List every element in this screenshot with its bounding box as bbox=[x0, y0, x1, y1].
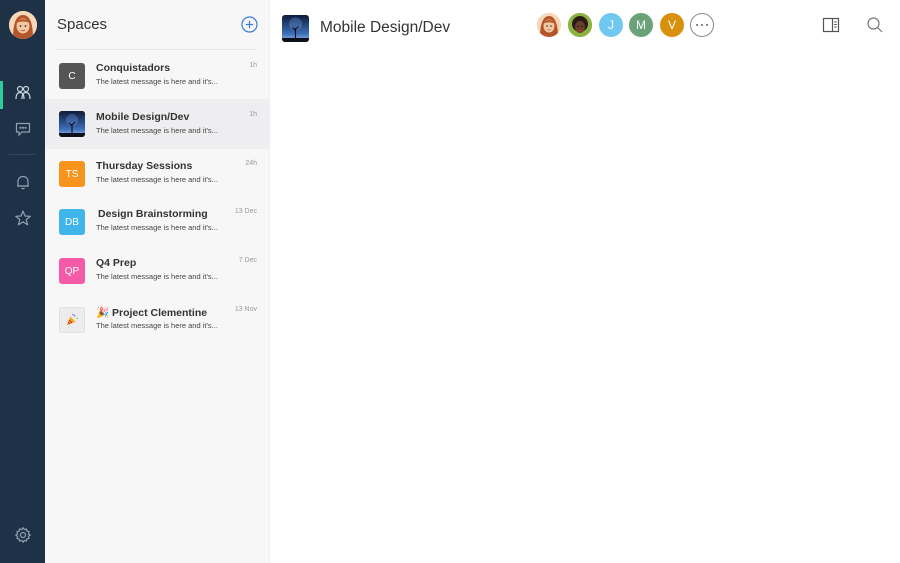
space-item-thursday-sessions[interactable]: TS Thursday Sessions The latest message … bbox=[45, 155, 270, 204]
member-initial: V bbox=[667, 18, 676, 32]
search-icon bbox=[866, 17, 884, 38]
member-initial: M bbox=[636, 18, 646, 32]
star-icon bbox=[14, 209, 32, 232]
left-rail bbox=[0, 0, 45, 563]
space-timestamp: 1h bbox=[249, 62, 257, 69]
party-popper-icon bbox=[59, 307, 85, 333]
space-avatar: DB bbox=[59, 209, 85, 235]
spaces-divider bbox=[57, 49, 257, 50]
bell-icon bbox=[14, 173, 32, 196]
user-avatar[interactable] bbox=[9, 11, 37, 39]
sidebar-panel-icon bbox=[822, 17, 840, 38]
ellipsis-icon-dot bbox=[706, 24, 708, 26]
member-avatar[interactable]: M bbox=[629, 13, 653, 37]
space-name: Design Brainstorming bbox=[98, 208, 208, 220]
space-item-design-brainstorming[interactable]: DB Design Brainstorming The latest messa… bbox=[45, 203, 270, 252]
space-last-message: The latest message is here and it's... bbox=[96, 272, 218, 281]
space-timestamp: 7 Dec bbox=[238, 257, 257, 264]
ellipsis-icon-dot bbox=[701, 24, 703, 26]
nav-notifications-button[interactable] bbox=[0, 169, 45, 199]
add-space-button[interactable] bbox=[241, 16, 258, 33]
space-item-q4-prep[interactable]: QP Q4 Prep The latest message is here an… bbox=[45, 252, 270, 301]
member-avatar[interactable]: V bbox=[660, 13, 684, 37]
space-name: Conquistadors bbox=[96, 62, 171, 74]
spaces-panel: Spaces C Conquistadors The latest messag… bbox=[45, 0, 270, 563]
space-initials: C bbox=[68, 70, 76, 82]
plus-circle-icon bbox=[241, 16, 258, 37]
space-initials: TS bbox=[65, 168, 79, 180]
member-avatar[interactable]: J bbox=[599, 13, 623, 37]
space-title: Mobile Design/Dev bbox=[320, 19, 451, 36]
nav-people-button[interactable] bbox=[0, 80, 45, 110]
people-icon bbox=[14, 84, 32, 107]
space-last-message: The latest message is here and it's... bbox=[96, 126, 218, 135]
gear-icon bbox=[14, 526, 32, 549]
space-timestamp: 1h bbox=[249, 111, 257, 118]
toggle-panel-button[interactable] bbox=[822, 16, 840, 34]
space-name: Q4 Prep bbox=[96, 257, 137, 269]
space-timestamp: 13 Nov bbox=[234, 306, 257, 313]
settings-button[interactable] bbox=[0, 522, 45, 552]
space-last-message: The latest message is here and it's... bbox=[96, 321, 218, 330]
rail-divider bbox=[9, 154, 36, 155]
space-initials: QP bbox=[64, 265, 80, 277]
nav-favorites-button[interactable] bbox=[0, 205, 45, 235]
ellipsis-icon bbox=[696, 24, 698, 26]
search-button[interactable] bbox=[866, 16, 884, 34]
spaces-title: Spaces bbox=[57, 16, 108, 33]
space-name: Thursday Sessions bbox=[96, 160, 193, 172]
space-timestamp: 24h bbox=[245, 160, 257, 167]
space-header-avatar bbox=[282, 15, 309, 42]
space-timestamp: 13 Dec bbox=[234, 208, 257, 215]
space-avatar bbox=[59, 111, 85, 137]
member-avatar[interactable] bbox=[537, 13, 561, 37]
member-avatar[interactable] bbox=[568, 13, 592, 37]
space-name: 🎉 Project Clementine bbox=[96, 307, 208, 319]
space-avatar: TS bbox=[59, 161, 85, 187]
nav-chat-button[interactable] bbox=[0, 116, 45, 146]
space-item-mobile-design-dev[interactable]: Mobile Design/Dev The latest message is … bbox=[45, 99, 270, 149]
space-initials: DB bbox=[65, 216, 79, 228]
space-last-message: The latest message is here and it's... bbox=[96, 77, 218, 86]
more-members-button[interactable] bbox=[690, 13, 714, 37]
space-last-message: The latest message is here and it's... bbox=[96, 223, 218, 232]
member-initial: J bbox=[608, 18, 614, 32]
space-last-message: The latest message is here and it's... bbox=[96, 175, 218, 184]
space-avatar: QP bbox=[59, 258, 85, 284]
space-avatar: C bbox=[59, 63, 85, 89]
space-item-project-clementine[interactable]: 🎉 Project Clementine The latest message … bbox=[45, 301, 270, 350]
space-name: Mobile Design/Dev bbox=[96, 111, 190, 123]
chat-bubble-icon bbox=[14, 120, 32, 143]
